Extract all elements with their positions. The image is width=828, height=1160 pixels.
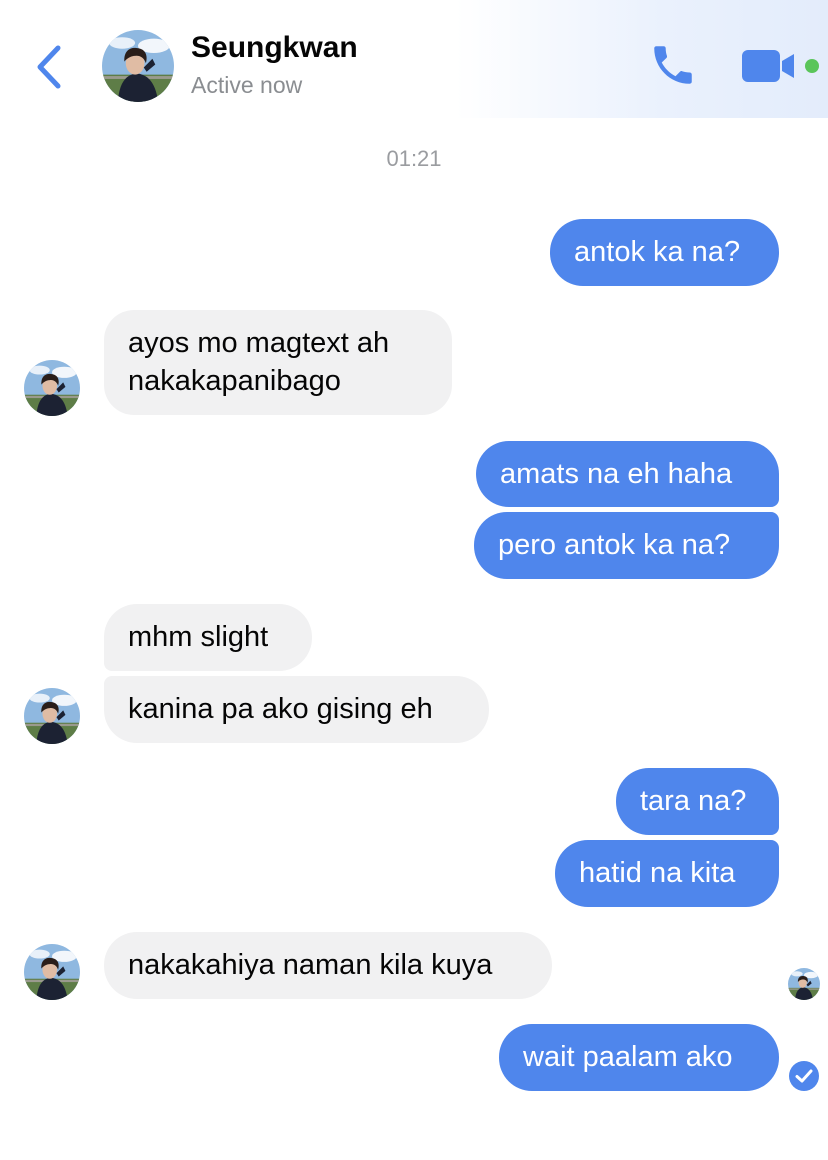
check-circle-icon [788,1060,820,1092]
video-camera-icon [742,50,794,82]
incoming-message[interactable]: ayos mo magtext ah nakakapanibago [104,310,452,415]
sender-avatar[interactable] [24,360,80,416]
audio-call-button[interactable] [648,40,698,90]
sender-avatar[interactable] [24,688,80,744]
outgoing-message[interactable]: tara na? [616,768,779,835]
online-indicator [805,59,819,73]
outgoing-message[interactable]: amats na eh haha [476,441,779,507]
incoming-message[interactable]: kanina pa ako gising eh [104,676,489,743]
active-status: Active now [191,72,303,98]
message-line: nakakapanibago [128,365,341,397]
outgoing-message[interactable]: wait paalam ako [499,1024,779,1091]
phone-icon [654,46,692,84]
contact-name[interactable]: Seungkwan [191,31,358,65]
chat-header: Seungkwan Active now [0,0,828,118]
seen-receipt-avatar [788,968,820,1000]
message-timestamp: 01:21 [386,146,442,171]
back-button[interactable] [30,40,70,94]
incoming-message[interactable]: mhm slight [104,604,312,671]
chevron-left-icon [37,45,61,89]
message-line: ayos mo magtext ah [128,327,390,359]
outgoing-message[interactable]: pero antok ka na? [474,512,779,579]
contact-avatar[interactable] [102,30,174,102]
video-call-button[interactable] [740,48,798,84]
incoming-message[interactable]: nakakahiya naman kila kuya [104,932,552,999]
sender-avatar[interactable] [24,944,80,1000]
outgoing-message[interactable]: hatid na kita [555,840,779,907]
outgoing-message[interactable]: antok ka na? [550,219,779,286]
